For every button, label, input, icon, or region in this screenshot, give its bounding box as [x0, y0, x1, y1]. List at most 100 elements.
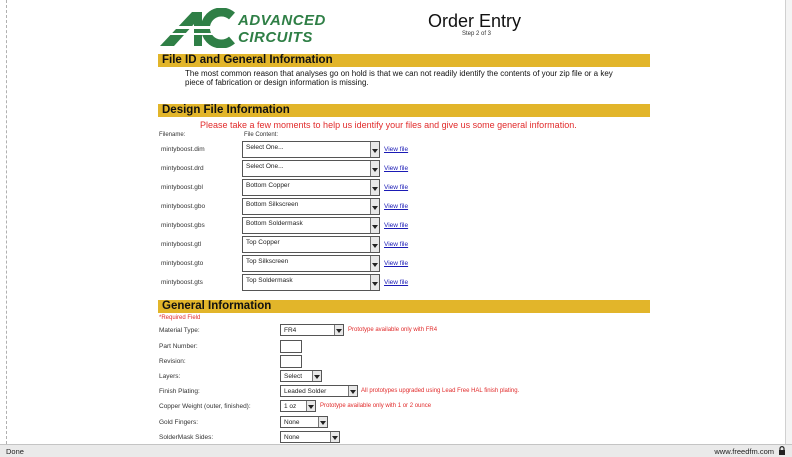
chevron-down-icon: [370, 256, 379, 271]
file-name: mintyboost.gbl: [161, 184, 203, 191]
intro-text: The most common reason that analyses go …: [185, 69, 613, 87]
logo-text-advanced: ADVANCED: [238, 12, 326, 29]
finish-plating-select[interactable]: Leaded Solder: [280, 385, 358, 397]
select-value: Bottom Silkscreen: [246, 201, 299, 208]
gold-fingers-select[interactable]: None: [280, 416, 328, 428]
form-label: Revision:: [159, 358, 186, 365]
status-text: Done: [6, 447, 24, 456]
select-value: Bottom Soldermask: [246, 220, 303, 227]
file-content-select[interactable]: Bottom Soldermask: [242, 217, 380, 234]
window-left-edge: [0, 0, 7, 444]
file-row: mintyboost.drd Select One... View file: [158, 160, 650, 178]
form-row-soldermask-sides: SolderMask Sides: None: [158, 431, 650, 444]
view-file-link[interactable]: View file: [384, 260, 408, 267]
file-name: mintyboost.gtl: [161, 241, 202, 248]
form-row-copper-weight: Copper Weight (outer, finished): 1 oz Pr…: [158, 400, 650, 414]
status-domain: www.freedfm.com: [714, 447, 774, 456]
section-title: General Information: [162, 300, 272, 312]
select-value: Leaded Solder: [284, 388, 327, 395]
file-content-select[interactable]: Select One...: [242, 141, 380, 158]
window-scrollbar[interactable]: [785, 0, 792, 444]
advanced-circuits-logo[interactable]: ADVANCED CIRCUITS: [158, 7, 333, 49]
view-file-link[interactable]: View file: [384, 279, 408, 286]
file-content-select[interactable]: Bottom Silkscreen: [242, 198, 380, 215]
column-header-file-content: File Content:: [244, 132, 279, 138]
design-instruction: Please take a few moments to help us ide…: [200, 120, 577, 130]
finish-plating-note: All prototypes upgraded using Lead Free …: [361, 388, 520, 394]
file-name: mintyboost.gts: [161, 279, 203, 286]
chevron-down-icon: [348, 386, 357, 396]
file-name: mintyboost.gbo: [161, 203, 206, 210]
form-row-gold-fingers: Gold Fingers: None: [158, 416, 650, 430]
file-row: mintyboost.gbs Bottom Soldermask View fi…: [158, 217, 650, 235]
layers-select[interactable]: Select: [280, 370, 322, 382]
section-header-file-id: File ID and General Information: [158, 54, 650, 67]
file-row: mintyboost.gto Top Silkscreen View file: [158, 255, 650, 273]
view-file-link[interactable]: View file: [384, 222, 408, 229]
file-content-select[interactable]: Bottom Copper: [242, 179, 380, 196]
chevron-down-icon: [318, 417, 327, 427]
file-content-select[interactable]: Top Copper: [242, 236, 380, 253]
form-label: Part Number:: [159, 343, 198, 350]
select-value: Top Copper: [246, 239, 280, 246]
file-row: mintyboost.gtl Top Copper View file: [158, 236, 650, 254]
copper-weight-select[interactable]: 1 oz: [280, 400, 316, 412]
view-file-link[interactable]: View file: [384, 184, 408, 191]
file-row: mintyboost.gts Top Soldermask View file: [158, 274, 650, 292]
chevron-down-icon: [370, 199, 379, 214]
logo-text-circuits: CIRCUITS: [238, 29, 313, 46]
file-content-select[interactable]: Top Soldermask: [242, 274, 380, 291]
chevron-down-icon: [370, 218, 379, 233]
chevron-down-icon: [370, 275, 379, 290]
chevron-down-icon: [330, 432, 339, 442]
chevron-down-icon: [370, 180, 379, 195]
copper-weight-note: Prototype available only with 1 or 2 oun…: [320, 403, 432, 409]
select-value: None: [284, 419, 300, 426]
select-value: Select: [284, 373, 303, 380]
section-header-general-info: General Information: [158, 300, 650, 313]
section-header-design-files: Design File Information: [158, 104, 650, 117]
file-name: mintyboost.dim: [161, 146, 205, 153]
view-file-link[interactable]: View file: [384, 146, 408, 153]
logo-mark-icon: [158, 7, 238, 49]
chevron-down-icon: [312, 371, 321, 381]
chevron-down-icon: [370, 237, 379, 252]
soldermask-sides-select[interactable]: None: [280, 431, 340, 443]
file-name: mintyboost.gto: [161, 260, 204, 267]
form-row-finish-plating: Finish Plating: Leaded Solder All protot…: [158, 385, 650, 399]
browser-status-bar: Done www.freedfm.com: [0, 444, 792, 457]
form-row-material-type: Material Type: FR4 Prototype available o…: [158, 324, 650, 338]
form-row-layers: Layers: Select: [158, 370, 650, 384]
lock-icon[interactable]: [778, 446, 786, 455]
select-value: Select One...: [246, 163, 284, 170]
required-field-note: *Required Field: [159, 315, 201, 321]
page-content: ADVANCED CIRCUITS Order Entry Step 2 of …: [158, 0, 650, 444]
form-label: Material Type:: [159, 327, 200, 334]
form-label: SolderMask Sides:: [159, 434, 214, 441]
form-row-revision: Revision:: [158, 355, 650, 369]
material-type-select[interactable]: FR4: [280, 324, 344, 336]
form-label: Gold Fingers:: [159, 419, 199, 426]
file-content-select[interactable]: Select One...: [242, 160, 380, 177]
select-value: FR4: [284, 327, 297, 334]
view-file-link[interactable]: View file: [384, 203, 408, 210]
select-value: None: [284, 434, 300, 441]
chevron-down-icon: [370, 142, 379, 157]
select-value: 1 oz: [284, 403, 297, 410]
file-name: mintyboost.drd: [161, 165, 204, 172]
revision-input[interactable]: [280, 355, 302, 368]
form-label: Copper Weight (outer, finished):: [159, 403, 251, 410]
part-number-input[interactable]: [280, 340, 302, 353]
section-title: File ID and General Information: [162, 54, 333, 66]
select-value: Top Soldermask: [246, 277, 293, 284]
file-row: mintyboost.gbo Bottom Silkscreen View fi…: [158, 198, 650, 216]
view-file-link[interactable]: View file: [384, 241, 408, 248]
form-label: Finish Plating:: [159, 388, 200, 395]
form-label: Layers:: [159, 373, 181, 380]
file-row: mintyboost.dim Select One... View file: [158, 141, 650, 159]
select-value: Select One...: [246, 144, 284, 151]
file-content-select[interactable]: Top Silkscreen: [242, 255, 380, 272]
file-row: mintyboost.gbl Bottom Copper View file: [158, 179, 650, 197]
select-value: Top Silkscreen: [246, 258, 289, 265]
view-file-link[interactable]: View file: [384, 165, 408, 172]
